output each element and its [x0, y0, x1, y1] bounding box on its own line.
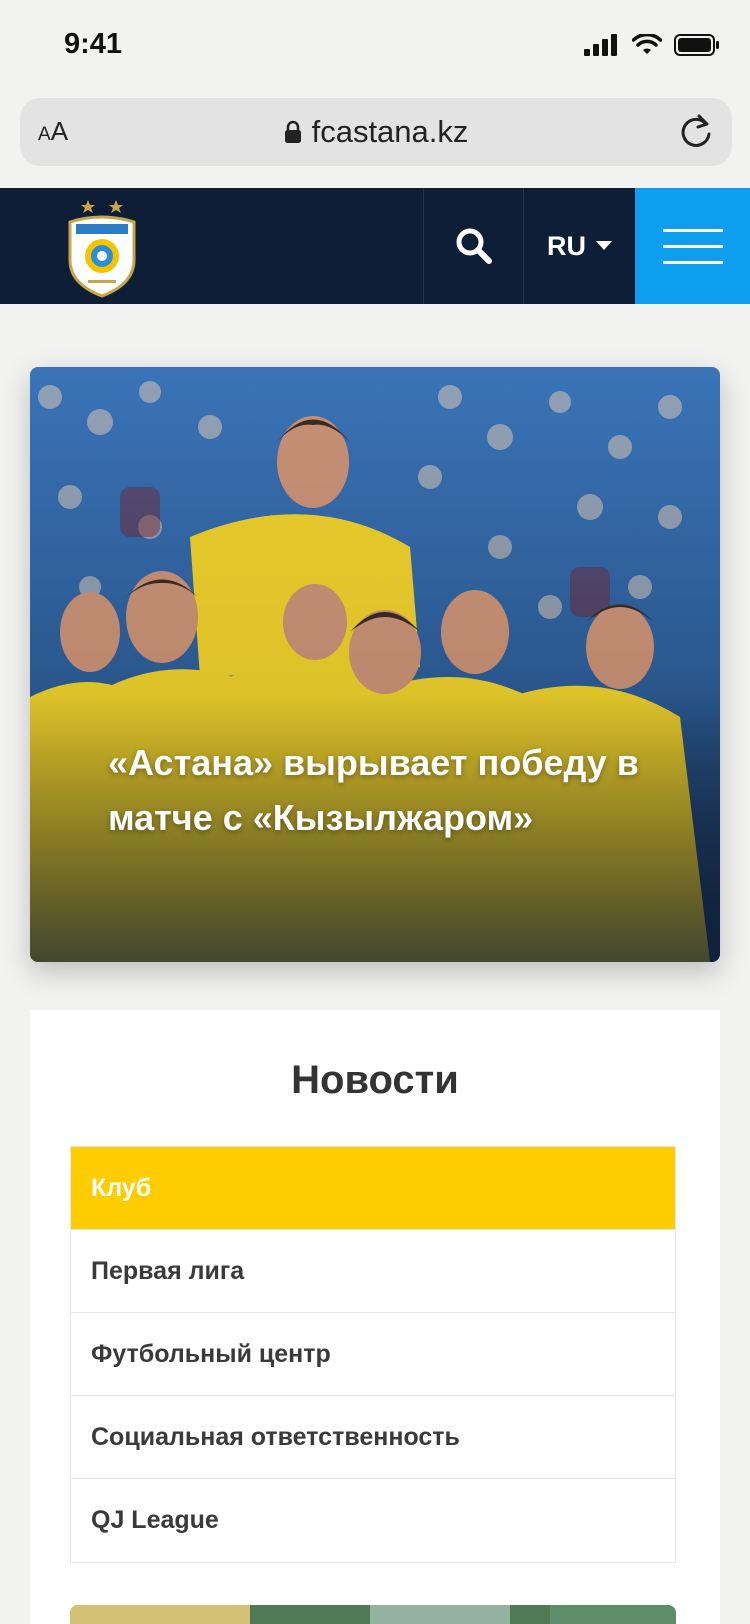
news-thumbnail[interactable]: [70, 1605, 676, 1624]
hamburger-menu-button[interactable]: [635, 188, 750, 304]
hero-news-card[interactable]: «Астана» вырывает победу в матче с «Кызы…: [30, 367, 720, 962]
search-button[interactable]: [423, 188, 523, 304]
status-time: 9:41: [64, 28, 123, 60]
lock-icon: [284, 120, 301, 143]
news-category-club[interactable]: Клуб: [71, 1147, 675, 1230]
url-text: fcastana.kz: [311, 114, 469, 149]
site-header: RU: [0, 188, 750, 304]
club-logo[interactable]: [66, 194, 138, 298]
language-label: RU: [547, 230, 586, 261]
news-category-first-league[interactable]: Первая лига: [71, 1230, 675, 1313]
status-bar: 9:41: [0, 0, 750, 90]
chevron-down-icon: [596, 241, 612, 250]
battery-icon: [674, 34, 719, 56]
status-icons: [584, 34, 720, 56]
signal-icon: [584, 34, 617, 56]
news-category-qj-league[interactable]: QJ League: [71, 1479, 675, 1562]
language-selector[interactable]: RU: [523, 188, 635, 304]
news-category-social-responsibility[interactable]: Социальная ответственность: [71, 1396, 675, 1479]
news-category-list: Клуб Первая лига Футбольный центр Социал…: [70, 1146, 676, 1563]
news-section: Новости Клуб Первая лига Футбольный цент…: [30, 1010, 720, 1624]
hamburger-icon: [662, 228, 723, 232]
url-field[interactable]: fcastana.kz: [20, 114, 732, 150]
wifi-icon: [632, 34, 662, 54]
news-heading: Новости: [291, 1058, 459, 1102]
search-icon: [456, 228, 492, 264]
hamburger-line: [662, 260, 723, 264]
phone-screen: 9:41 AA fcastana.kz RU «Астана» вырывает…: [0, 0, 750, 1624]
hero-photo: [30, 367, 720, 962]
news-category-football-center[interactable]: Футбольный центр: [71, 1313, 675, 1396]
hamburger-line: [662, 244, 723, 248]
hero-title[interactable]: «Астана» вырывает победу в матче с «Кызы…: [108, 735, 668, 845]
reload-icon[interactable]: [678, 112, 714, 150]
browser-address-bar[interactable]: AA fcastana.kz: [20, 98, 732, 166]
